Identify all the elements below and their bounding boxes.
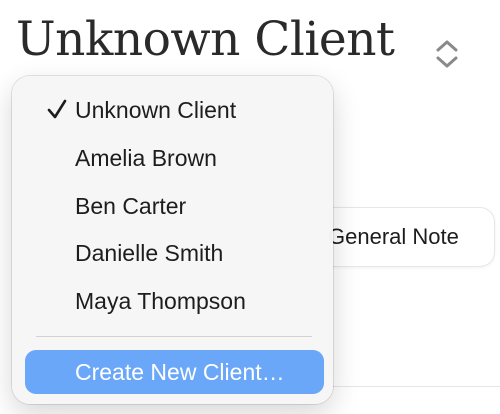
menu-item-maya-thompson[interactable]: Maya Thompson (25, 279, 324, 323)
client-title[interactable]: Unknown Client (16, 12, 395, 67)
menu-separator (36, 336, 312, 337)
client-dropdown-menu: Unknown Client Amelia Brown Ben Carter D… (12, 76, 333, 404)
chevron-up-down-icon[interactable] (432, 37, 462, 71)
menu-item-label: Amelia Brown (75, 145, 217, 171)
menu-item-danielle-smith[interactable]: Danielle Smith (25, 231, 324, 275)
menu-item-ben-carter[interactable]: Ben Carter (25, 184, 324, 228)
menu-item-label: Maya Thompson (75, 288, 246, 314)
create-new-client-button[interactable]: Create New Client… (25, 350, 324, 394)
create-new-client-label: Create New Client… (75, 359, 285, 385)
menu-item-unknown-client[interactable]: Unknown Client (25, 88, 324, 132)
divider (330, 386, 500, 387)
menu-item-label: Danielle Smith (75, 240, 224, 266)
checkmark-icon (47, 99, 67, 119)
general-note-label: General Note (328, 224, 459, 249)
menu-item-label: Unknown Client (75, 97, 237, 123)
menu-item-amelia-brown[interactable]: Amelia Brown (25, 136, 324, 180)
general-note-button[interactable]: General Note (308, 208, 494, 266)
menu-item-label: Ben Carter (75, 193, 187, 219)
